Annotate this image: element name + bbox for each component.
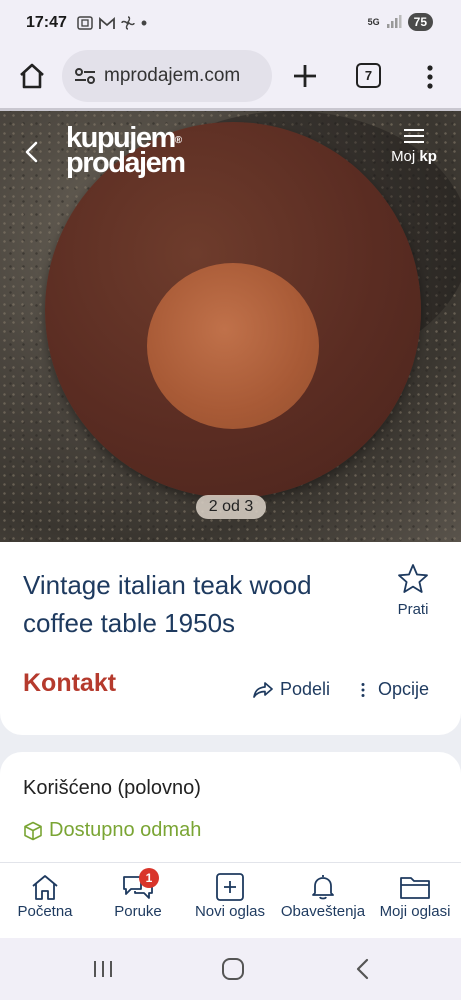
logo-mark: ® [174, 135, 182, 146]
dot-icon: • [140, 12, 148, 33]
site-settings-icon[interactable] [74, 67, 96, 85]
address-bar[interactable]: mprodajem.com [62, 50, 272, 102]
tab-switcher-button[interactable]: 7 [356, 63, 381, 88]
box-icon [24, 821, 42, 840]
network-type: 5G [367, 16, 380, 27]
nav-item-messages[interactable]: Poruke [108, 873, 168, 920]
browser-toolbar: mprodajem.com 7 [0, 46, 461, 108]
details-card [0, 752, 461, 872]
signal-icon [386, 15, 402, 28]
home-icon [32, 875, 58, 900]
home-icon[interactable] [18, 62, 46, 90]
contact-button[interactable]: Kontakt [23, 669, 116, 698]
add-box-icon [216, 873, 244, 901]
nav-item-notifications[interactable]: Obaveštenja [276, 873, 370, 920]
gallery-photo-inlay [147, 263, 319, 429]
notification-icons: • [77, 13, 147, 34]
options-button[interactable]: Opcije [360, 679, 429, 700]
moj-kp-label: Moj kp [391, 148, 437, 165]
nav-label-my-ads: Moji oglasi [379, 903, 451, 920]
nav-label-messages: Poruke [114, 903, 162, 920]
url-text: mprodajem.com [104, 65, 241, 86]
nav-label-home: Početna [17, 903, 73, 920]
battery-indicator: 75 [407, 13, 433, 31]
share-button[interactable]: Podeli [252, 679, 330, 700]
options-label: Opcije [378, 679, 430, 699]
back-arrow-icon[interactable] [20, 140, 44, 164]
more-vert-icon[interactable] [420, 62, 440, 92]
nav-item-new-ad[interactable]: Novi oglas [188, 873, 272, 920]
nav-item-my-ads[interactable]: Moji oglasi [372, 873, 458, 920]
back-button-icon[interactable] [354, 958, 370, 980]
kupujem-prodajem-logo[interactable]: kupujem® prodajem [66, 124, 186, 179]
screenshot-icon [77, 16, 93, 30]
messages-badge: 1 [139, 868, 159, 888]
bottom-navigation: Početna Poruke 1 Novi oglas Obaveštenja … [0, 862, 461, 938]
more-vert-small-icon [361, 682, 365, 697]
follow-label: Prati [397, 601, 429, 618]
status-time: 17:47 [26, 14, 67, 31]
hamburger-icon [404, 129, 424, 143]
availability-text: Dostupno odmah [49, 819, 202, 841]
listing-title: Vintage italian teak wood coffee table 1… [23, 570, 312, 638]
logo-line2: prodajem [66, 147, 186, 179]
moj-kp-menu-button[interactable]: Moj kp [384, 128, 444, 166]
recent-apps-icon[interactable] [92, 960, 114, 978]
new-tab-icon[interactable] [290, 61, 320, 91]
system-navigation-bar [0, 938, 461, 1000]
home-button-icon[interactable] [221, 957, 245, 981]
folder-icon [400, 877, 430, 899]
nav-label-new-ad: Novi oglas [194, 903, 266, 920]
share-label: Podeli [280, 679, 331, 699]
nav-label-notifications: Obaveštenja [280, 903, 366, 920]
status-right: 5G 75 [368, 13, 433, 31]
nav-item-home[interactable]: Početna [12, 873, 78, 920]
bell-icon [312, 875, 334, 900]
gmail-icon [99, 16, 115, 29]
gallery-counter: 2 od 3 [196, 495, 266, 519]
status-bar: 17:47 • 5G 75 [0, 0, 461, 46]
follow-button[interactable]: Prati [388, 563, 438, 618]
fan-icon [121, 16, 135, 30]
star-icon [398, 564, 428, 593]
condition-text: Korišćeno (polovno) [23, 777, 201, 799]
availability: Dostupno odmah [23, 819, 201, 842]
share-icon [253, 681, 273, 698]
